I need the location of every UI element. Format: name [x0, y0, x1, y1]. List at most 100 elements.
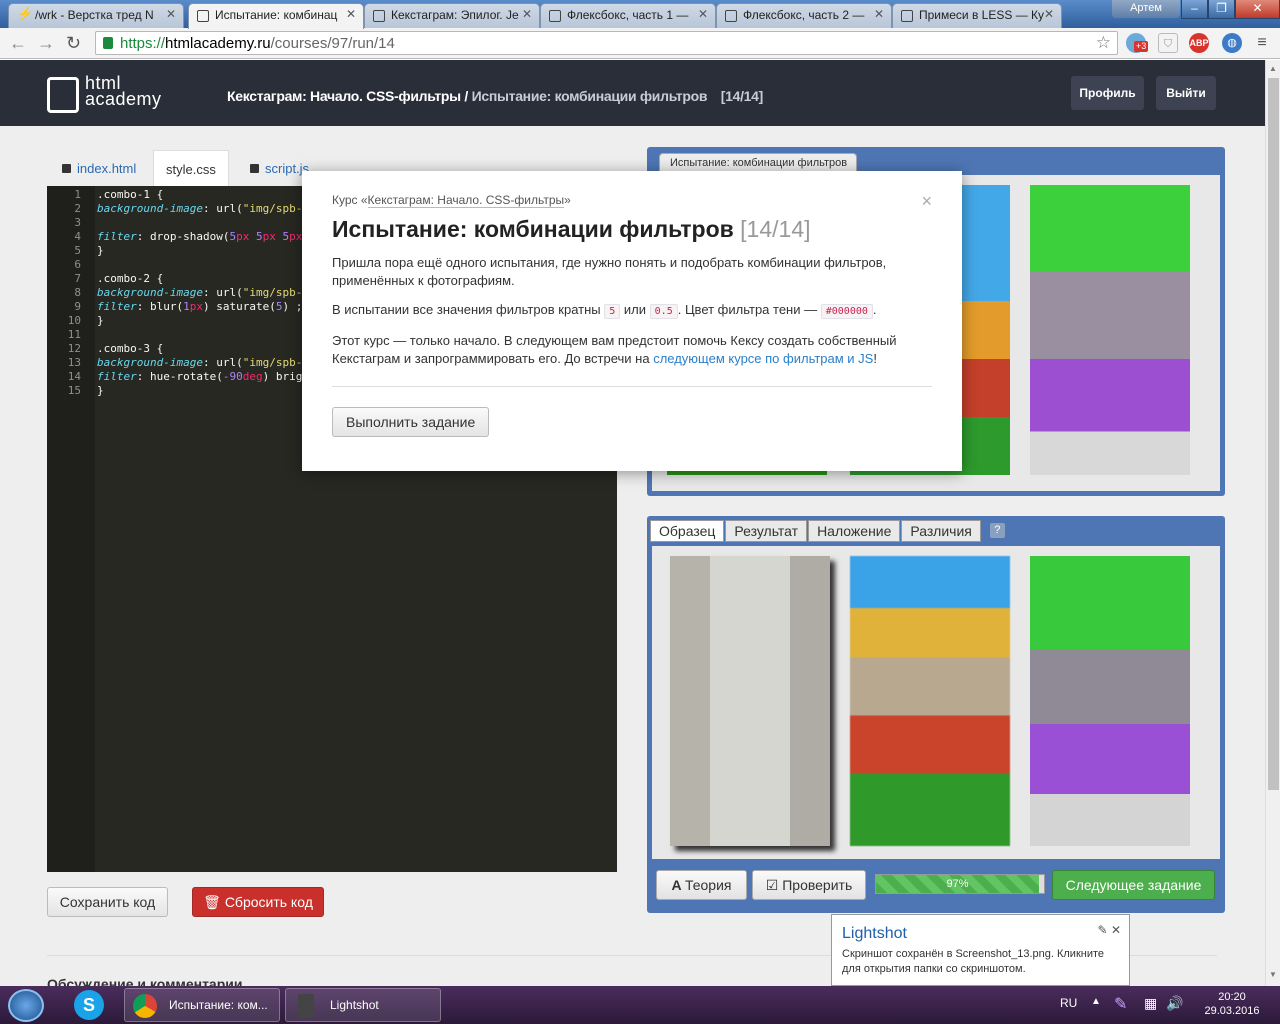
tab-overlay[interactable]: Наложение	[808, 520, 901, 542]
lightshot-icon	[298, 994, 314, 1018]
tab-style-css[interactable]: style.css	[153, 150, 229, 186]
comparison-panel: Образец Результат Наложение Различия ? A…	[647, 516, 1225, 913]
photo-result-3	[1030, 185, 1190, 475]
tab-script-js[interactable]: script.js	[250, 150, 309, 186]
task-modal: × Курс «Кекстаграм: Начало. CSS-фильтры»…	[302, 171, 962, 471]
taskbar-lightshot[interactable]: Lightshot	[285, 988, 441, 1022]
lightshot-tray-icon[interactable]: ✎	[1114, 994, 1127, 1014]
close-icon[interactable]: ✕	[698, 7, 708, 21]
clock[interactable]: 20:20 29.03.2016	[1202, 990, 1262, 1018]
lock-icon	[250, 164, 259, 173]
theory-button[interactable]: A Теория	[656, 870, 747, 900]
lock-icon	[103, 37, 113, 49]
scrollbar-thumb[interactable]	[1268, 78, 1279, 790]
bookmark-star-icon[interactable]: ☆	[1096, 33, 1111, 53]
close-icon[interactable]: ✕	[346, 7, 356, 21]
browser-tab[interactable]: ⚡/wrk - Верстка тред N ✕	[8, 3, 184, 28]
browser-tab-active[interactable]: Испытание: комбинац ✕	[188, 3, 364, 29]
bolt-icon: ⚡	[17, 6, 34, 21]
progress-fill: 97%	[876, 875, 1039, 893]
progress-bar: 97%	[875, 874, 1045, 894]
academy-favicon-icon	[725, 10, 737, 22]
forward-icon[interactable]: →	[37, 34, 55, 52]
breadcrumb-course[interactable]: Кекстаграм: Начало. CSS-фильтры /	[227, 88, 468, 104]
window-close-icon[interactable]: ✕	[1235, 0, 1280, 19]
chrome-icon	[133, 994, 157, 1018]
site-header: html academy Кекстаграм: Начало. CSS-филь…	[0, 60, 1265, 126]
scroll-down-icon[interactable]: ▼	[1269, 970, 1277, 979]
tab-diff[interactable]: Различия	[901, 520, 981, 542]
check-button[interactable]: ☑ Проверить	[752, 870, 866, 900]
address-bar[interactable]: https://htmlacademy.ru/courses/97/run/14…	[95, 31, 1118, 55]
browser-tab[interactable]: Примеси в LESS — Ку ✕	[892, 3, 1062, 28]
browser-tabstrip: ⚡/wrk - Верстка тред N ✕ Испытание: комби…	[0, 0, 1280, 29]
photo-sample-canal	[670, 556, 830, 846]
save-code-button[interactable]: Сохранить код	[47, 887, 168, 917]
close-icon[interactable]: ✕	[166, 7, 176, 21]
shield-icon[interactable]: ⛉	[1158, 33, 1178, 53]
volume-icon[interactable]: 🔊	[1166, 995, 1183, 1012]
globe-icon[interactable]: ◍	[1222, 33, 1242, 53]
divider	[332, 386, 932, 387]
academy-favicon-icon	[373, 10, 385, 22]
taskbar-chrome[interactable]: Испытание: ком...	[124, 988, 280, 1022]
skype-icon[interactable]: S	[74, 990, 104, 1020]
trash-icon: 🗑	[203, 894, 225, 910]
tab-result[interactable]: Результат	[725, 520, 808, 542]
task-counter: [14/14]	[720, 88, 764, 104]
modal-paragraph-2: В испытании все значения фильтров кратны…	[332, 302, 877, 319]
network-icon[interactable]: ▦	[1144, 995, 1157, 1012]
photo-sample-cathedral	[850, 556, 1010, 846]
close-icon[interactable]: ✕	[1111, 923, 1121, 937]
modal-paragraph-1: Пришла пора ещё одного испытания, где ну…	[332, 255, 887, 288]
checkbox-icon: ☑	[765, 877, 783, 893]
language-indicator[interactable]: RU	[1060, 996, 1077, 1010]
tray-expand-icon[interactable]: ▲	[1091, 996, 1101, 1007]
menu-icon[interactable]: ≡	[1252, 33, 1272, 53]
code-content[interactable]: .combo-1 { background-image: url("img/sp…	[97, 188, 302, 398]
back-icon[interactable]: ←	[9, 34, 27, 52]
maximize-icon[interactable]: ❐	[1208, 0, 1235, 19]
tab-sample[interactable]: Образец	[650, 520, 725, 542]
comparison-tabs: Образец Результат Наложение Различия ?	[650, 520, 1005, 542]
scroll-up-icon[interactable]: ▲	[1269, 64, 1277, 73]
font-icon: A	[671, 877, 685, 893]
notification-title: Lightshot	[842, 925, 907, 942]
reload-icon[interactable]: ↻	[66, 34, 81, 52]
lightshot-notification[interactable]: Lightshot Скриншот сохранён в Screenshot…	[831, 914, 1130, 986]
academy-logo[interactable]: html academy	[47, 74, 177, 115]
logout-button[interactable]: Выйти	[1156, 76, 1216, 110]
tab-index-html[interactable]: index.html	[62, 150, 136, 186]
next-task-button[interactable]: Следующее задание	[1052, 870, 1215, 900]
pin-icon[interactable]: ✎	[1098, 923, 1108, 937]
close-icon[interactable]: ✕	[522, 7, 532, 21]
modal-title: Испытание: комбинации фильтров [14/14]	[332, 216, 811, 242]
breadcrumb: Кекстаграм: Начало. CSS-фильтры / Испыта…	[227, 88, 763, 104]
close-icon[interactable]: ✕	[1044, 7, 1054, 21]
browser-tab[interactable]: Флексбокс, часть 2 — ✕	[716, 3, 892, 28]
academy-favicon-icon	[197, 10, 209, 22]
start-button[interactable]	[8, 989, 44, 1022]
next-course-link[interactable]: следующем курсе по фильтрам и JS	[653, 351, 873, 366]
notification-message[interactable]: Скриншот сохранён в Screenshot_13.png. К…	[842, 947, 1119, 977]
profile-user-tag[interactable]: Артем	[1112, 0, 1180, 18]
run-task-button[interactable]: Выполнить задание	[332, 407, 490, 437]
modal-paragraph-3: Этот курс — только начало. В следующем в…	[332, 333, 897, 366]
photo-sample-monument	[1030, 556, 1190, 846]
close-icon[interactable]: ✕	[874, 7, 884, 21]
browser-tab[interactable]: Кекстаграм: Эпилог. Je ✕	[364, 3, 540, 28]
page-scrollbar[interactable]: ▲ ▼	[1265, 60, 1280, 986]
logo-icon	[47, 77, 79, 113]
breadcrumb-current: Испытание: комбинации фильтров	[471, 88, 708, 104]
course-link[interactable]: Кекстаграм: Начало. CSS-фильтры	[367, 193, 565, 208]
modal-course: Курс «Кекстаграм: Начало. CSS-фильтры»	[332, 193, 571, 208]
adblock-icon[interactable]: ABP	[1189, 33, 1209, 53]
help-icon[interactable]: ?	[989, 523, 1005, 538]
profile-button[interactable]: Профиль	[1071, 76, 1144, 110]
reset-code-button[interactable]: 🗑 Сбросить код	[192, 887, 324, 917]
extension-icon[interactable]: +3	[1126, 33, 1149, 53]
close-icon[interactable]: ×	[921, 191, 932, 212]
browser-tab[interactable]: Флексбокс, часть 1 — ✕	[540, 3, 716, 28]
minimize-icon[interactable]: –	[1181, 0, 1208, 19]
windows-taskbar: S Испытание: ком... Lightshot RU ▲ ✎ ▦ 🔊…	[0, 986, 1280, 1024]
